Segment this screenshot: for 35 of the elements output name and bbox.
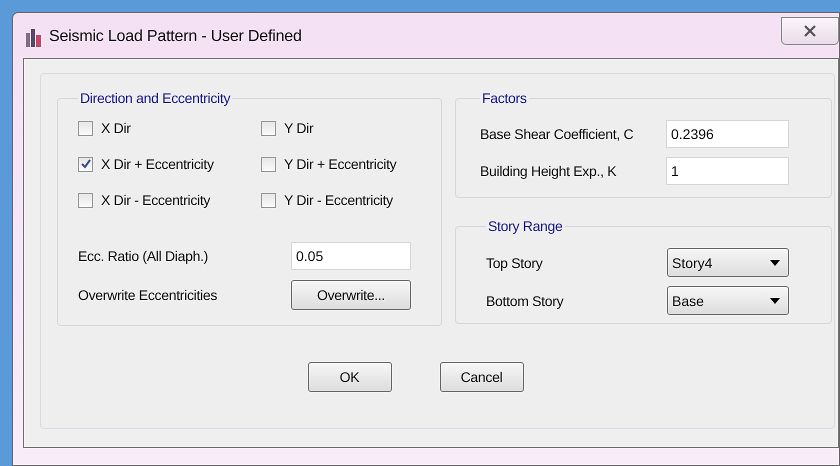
dropdown[interactable]: Story4 <box>667 248 789 277</box>
checkbox[interactable] <box>261 120 276 136</box>
checkbox-label: X Dir + Eccentricity <box>101 156 214 172</box>
field-label: Building Height Exp., K <box>480 163 616 179</box>
input-field[interactable]: 1 <box>666 157 789 185</box>
dropdown[interactable]: Base <box>667 286 789 315</box>
field-label: Overwrite Eccentricities <box>78 287 218 303</box>
input-field[interactable]: 0.05 <box>291 242 411 270</box>
close-button[interactable] <box>781 17 839 45</box>
building-icon <box>25 27 43 47</box>
window-title: Seismic Load Pattern - User Defined <box>49 28 302 46</box>
input-field[interactable]: 0.2396 <box>666 120 789 148</box>
group-title: Direction and Eccentricity <box>79 90 232 106</box>
field-label: Base Shear Coefficient, C <box>480 126 634 142</box>
caret-icon <box>770 260 780 266</box>
checkbox[interactable] <box>78 156 93 172</box>
dialog-button[interactable]: Cancel <box>440 362 524 392</box>
field-label: Top Story <box>486 254 542 270</box>
overwrite-button[interactable]: Overwrite... <box>291 280 411 310</box>
checkbox[interactable] <box>78 120 93 136</box>
checkbox[interactable] <box>261 192 276 208</box>
checkbox[interactable] <box>78 192 93 208</box>
field-label: Bottom Story <box>486 292 564 308</box>
dialog-button[interactable]: OK <box>308 362 392 392</box>
field-label: Ecc. Ratio (All Diaph.) <box>78 248 208 264</box>
group-title: Story Range <box>487 218 564 234</box>
group-title: Factors <box>481 90 528 106</box>
checkbox-label: Y Dir + Eccentricity <box>284 156 396 172</box>
checkbox-label: Y Dir - Eccentricity <box>284 192 393 208</box>
close-icon <box>803 25 817 37</box>
checkbox-label: X Dir <box>101 120 131 136</box>
checkbox-label: Y Dir <box>284 120 314 136</box>
caret-icon <box>770 298 780 304</box>
checkbox[interactable] <box>261 156 276 172</box>
checkbox-label: X Dir - Eccentricity <box>101 192 210 208</box>
